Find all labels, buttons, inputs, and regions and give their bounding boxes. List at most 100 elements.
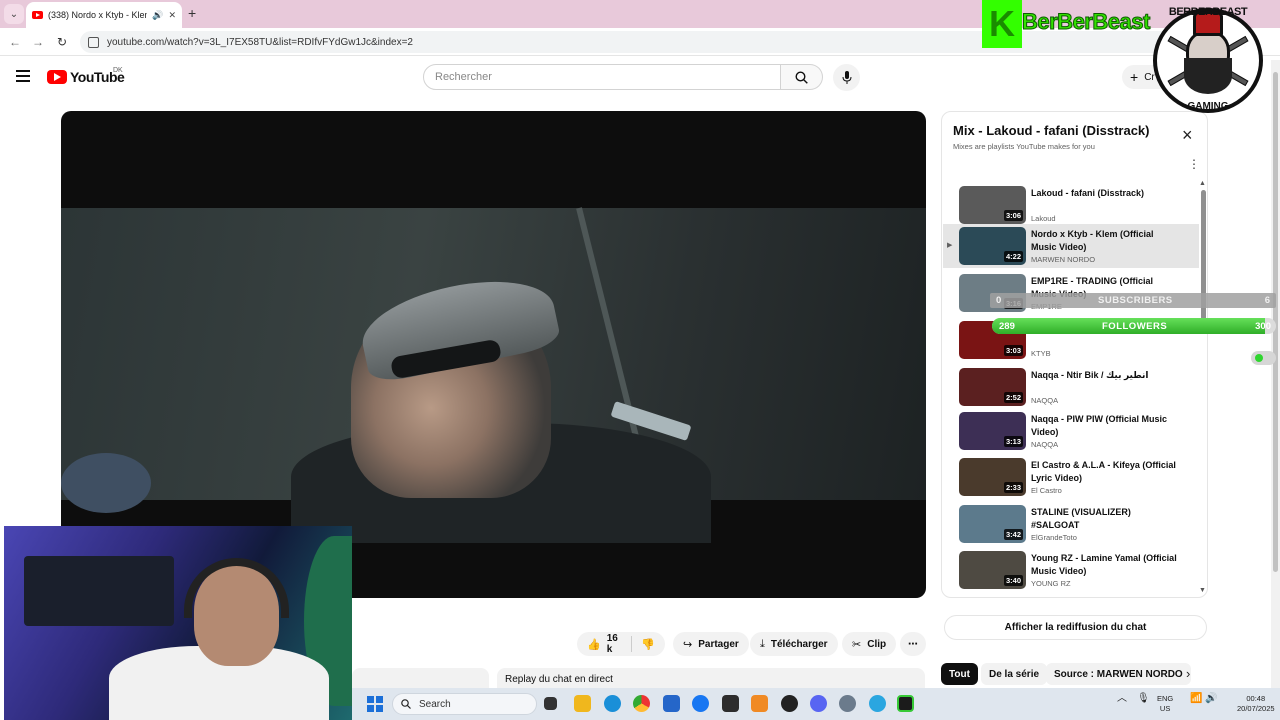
live-status-indicator bbox=[1251, 351, 1276, 365]
playlist-item[interactable]: 2:52 Naqqa - Ntir Bik / انطير بيك NAQQA bbox=[943, 365, 1199, 409]
video-thumbnail[interactable]: 3:40 bbox=[959, 551, 1026, 589]
dislike-icon[interactable]: 👎 bbox=[641, 638, 655, 651]
voice-search-button[interactable] bbox=[833, 64, 860, 91]
video-title[interactable]: Naqqa - PIW PIW (Official Music Video) bbox=[1031, 413, 1181, 439]
tab-close-icon[interactable]: ✕ bbox=[168, 10, 176, 21]
task-view-icon[interactable] bbox=[544, 697, 557, 710]
microphone-tray-icon[interactable]: 🎙 bbox=[1137, 694, 1150, 704]
video-thumbnail[interactable]: 2:33 bbox=[959, 458, 1026, 496]
tray-chevron-icon[interactable]: ︿ bbox=[1117, 694, 1127, 704]
download-icon: ⤓ bbox=[760, 637, 765, 650]
video-thumbnail[interactable]: 3:13 bbox=[959, 412, 1026, 450]
chrome-icon[interactable] bbox=[633, 695, 650, 712]
plus-icon: + bbox=[1130, 69, 1139, 85]
windows-taskbar: Search ︿ 🎙 ENG US 📶 🔊 00:48 20/07/2025 bbox=[352, 688, 1280, 720]
clip-button[interactable]: ✂ Clip bbox=[842, 632, 897, 656]
video-player[interactable] bbox=[61, 111, 926, 598]
emblem-top-text: BERBERBEAST bbox=[1168, 6, 1248, 18]
download-button[interactable]: ⤓ Télécharger bbox=[750, 632, 838, 656]
video-title[interactable]: Naqqa - Ntir Bik / انطير بيك bbox=[1031, 369, 1181, 382]
video-channel: ElGrandeToto bbox=[1031, 533, 1077, 542]
back-icon[interactable]: ← bbox=[5, 32, 25, 52]
windows-start-icon[interactable] bbox=[367, 696, 383, 712]
video-duration: 3:40 bbox=[1003, 575, 1023, 586]
tab-title: (338) Nordo x Ktyb - Klem ( bbox=[48, 10, 148, 20]
playlist-item[interactable]: 2:33 El Castro & A.L.A - Kifeya (Official… bbox=[943, 455, 1199, 499]
scissors-icon: ✂ bbox=[852, 638, 862, 651]
site-info-icon[interactable] bbox=[88, 36, 99, 48]
browser-tab-active[interactable]: (338) Nordo x Ktyb - Klem ( 🔊 ✕ bbox=[26, 2, 182, 28]
forward-icon[interactable]: → bbox=[28, 32, 48, 52]
new-tab-icon[interactable]: + bbox=[188, 5, 196, 21]
discord-icon[interactable] bbox=[810, 695, 827, 712]
close-icon[interactable]: × bbox=[1182, 126, 1193, 144]
playlist-title[interactable]: Mix - Lakoud - fafani (Disstrack) bbox=[953, 123, 1149, 138]
obs-icon[interactable] bbox=[781, 695, 798, 712]
youtube-header: YouTube DK Rechercher + Cr bbox=[0, 56, 1280, 98]
video-duration: 2:52 bbox=[1003, 392, 1023, 403]
chip-series[interactable]: De la série bbox=[981, 663, 1048, 685]
url-text: youtube.com/watch?v=3L_I7EX58TU&list=RDI… bbox=[107, 36, 413, 48]
brand-text: BerBerBeast bbox=[1022, 9, 1151, 35]
berberbeast-emblem: BERBERBEAST GAMING bbox=[1148, 3, 1268, 118]
volume-icon[interactable]: 🔊 bbox=[1205, 694, 1217, 704]
webcam-monitor bbox=[24, 556, 174, 626]
file-explorer-icon[interactable] bbox=[574, 695, 591, 712]
video-channel: MARWEN NORDO bbox=[1031, 255, 1096, 264]
app-icon[interactable] bbox=[722, 695, 739, 712]
edge-icon[interactable] bbox=[604, 695, 621, 712]
menu-icon[interactable] bbox=[16, 70, 30, 82]
chip-all[interactable]: Tout bbox=[941, 663, 978, 685]
search-button[interactable] bbox=[781, 64, 823, 90]
search-icon bbox=[401, 699, 411, 709]
subscribers-current: 0 bbox=[996, 295, 1002, 306]
webcam-headset bbox=[184, 558, 289, 618]
scroll-down-icon[interactable]: ▼ bbox=[1199, 587, 1206, 594]
streamer-webcam bbox=[4, 526, 352, 720]
region-code: DK bbox=[113, 67, 123, 74]
chip-source[interactable]: Source : MARWEN NORDO bbox=[1046, 663, 1191, 685]
video-channel: KTYB bbox=[1031, 349, 1051, 358]
video-title[interactable]: El Castro & A.L.A - Kifeya (Official Lyr… bbox=[1031, 459, 1181, 485]
video-channel: NAQQA bbox=[1031, 440, 1059, 449]
video-thumbnail[interactable]: 4:22 bbox=[959, 227, 1026, 265]
video-title[interactable]: Nordo x Ktyb - Klem (Official Music Vide… bbox=[1031, 228, 1181, 254]
streamlabs-icon[interactable] bbox=[897, 695, 914, 712]
store-icon[interactable] bbox=[663, 695, 680, 712]
playlist-item[interactable]: 3:40 Young RZ - Lamine Yamal (Official Mu… bbox=[943, 548, 1199, 592]
playlist-menu-icon[interactable]: ⋮ bbox=[1188, 157, 1200, 171]
show-chat-replay-button[interactable]: Afficher la rediffusion du chat bbox=[944, 615, 1207, 640]
messenger-icon[interactable] bbox=[869, 695, 886, 712]
scroll-up-icon[interactable]: ▲ bbox=[1199, 180, 1206, 187]
video-duration: 3:42 bbox=[1003, 529, 1023, 540]
clock[interactable]: 00:48 20/07/2025 bbox=[1237, 694, 1275, 714]
like-icon[interactable]: 👍 bbox=[587, 638, 601, 651]
video-title[interactable]: Young RZ - Lamine Yamal (Official Music … bbox=[1031, 552, 1181, 578]
video-thumbnail[interactable]: 2:52 bbox=[959, 368, 1026, 406]
wifi-icon[interactable]: 📶 bbox=[1190, 694, 1202, 704]
video-thumbnail[interactable]: 3:42 bbox=[959, 505, 1026, 543]
video-title[interactable]: STALINE (VISUALIZER) #SALGOAT bbox=[1031, 506, 1181, 532]
playlist-item[interactable]: 3:13 Naqqa - PIW PIW (Official Music Vide… bbox=[943, 409, 1199, 453]
facebook-icon[interactable] bbox=[692, 695, 709, 712]
audio-playing-icon[interactable]: 🔊 bbox=[152, 10, 163, 21]
more-actions-button[interactable]: ⋯ bbox=[900, 632, 926, 656]
settings-icon[interactable] bbox=[839, 695, 856, 712]
search-input[interactable]: Rechercher bbox=[423, 64, 781, 90]
playlist-item[interactable]: 3:42 STALINE (VISUALIZER) #SALGOAT ElGrand… bbox=[943, 502, 1199, 546]
taskbar-search[interactable]: Search bbox=[392, 693, 537, 715]
share-label: Partager bbox=[698, 638, 739, 650]
app-icon-orange[interactable] bbox=[751, 695, 768, 712]
playlist-item[interactable]: ▶ 4:22 Nordo x Ktyb - Klem (Official Music… bbox=[943, 224, 1199, 268]
video-title[interactable]: Lakoud - fafani (Disstrack) bbox=[1031, 187, 1181, 200]
reload-icon[interactable]: ↻ bbox=[52, 32, 72, 52]
emblem-bottom-text: GAMING bbox=[1187, 101, 1229, 112]
tab-search-icon[interactable]: ⌄ bbox=[4, 4, 24, 24]
language-indicator[interactable]: ENG US bbox=[1157, 694, 1173, 714]
like-count[interactable]: 16 k bbox=[607, 633, 621, 655]
share-button[interactable]: ↪ Partager bbox=[673, 632, 749, 656]
video-person-left bbox=[61, 453, 151, 513]
playlist-item[interactable]: 3:06 Lakoud - fafani (Disstrack) Lakoud bbox=[943, 183, 1199, 227]
video-thumbnail[interactable]: 3:06 bbox=[959, 186, 1026, 224]
chevron-right-icon[interactable]: › bbox=[1186, 666, 1190, 681]
